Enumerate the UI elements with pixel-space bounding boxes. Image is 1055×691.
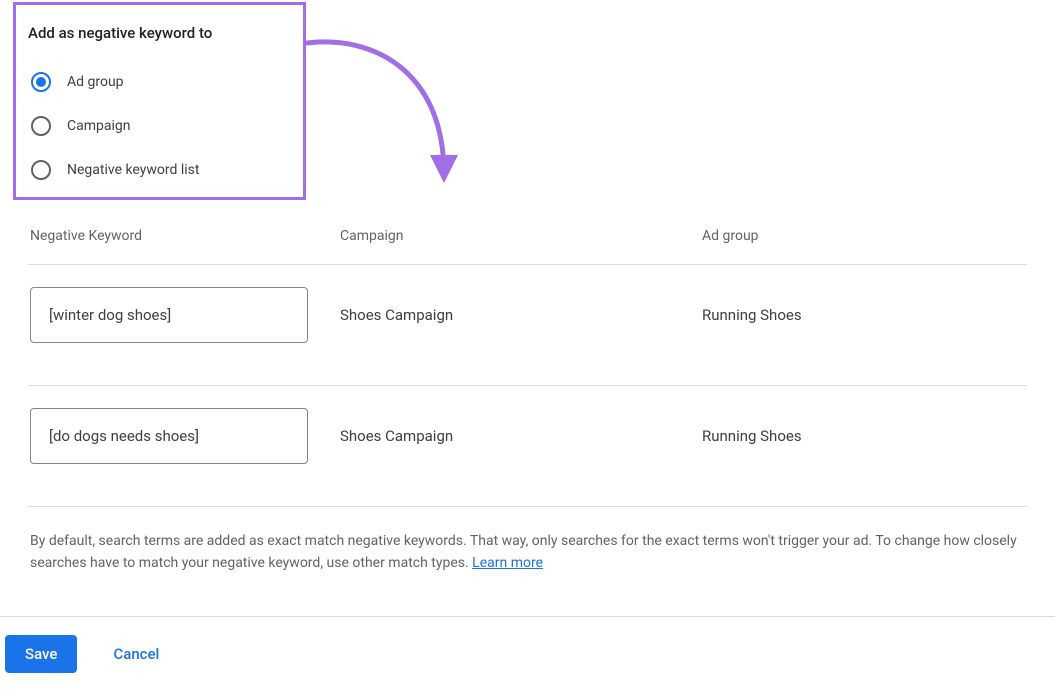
column-header-keyword: Negative Keyword bbox=[30, 228, 340, 244]
radio-label: Campaign bbox=[67, 118, 130, 134]
cancel-button[interactable]: Cancel bbox=[101, 635, 171, 673]
help-text: By default, search terms are added as ex… bbox=[28, 531, 1027, 574]
radio-ad-group[interactable]: Ad group bbox=[31, 72, 1027, 92]
negative-keyword-input[interactable] bbox=[30, 287, 308, 343]
destination-radio-group: Ad group Campaign Negative keyword list bbox=[31, 72, 1027, 180]
radio-label: Negative keyword list bbox=[67, 162, 199, 178]
panel-title: Add as negative keyword to bbox=[28, 20, 1027, 42]
column-header-campaign: Campaign bbox=[340, 228, 702, 244]
campaign-cell: Shoes Campaign bbox=[340, 427, 702, 445]
adgroup-cell: Running Shoes bbox=[702, 427, 1027, 445]
negative-keyword-input[interactable] bbox=[30, 408, 308, 464]
adgroup-cell: Running Shoes bbox=[702, 306, 1027, 324]
radio-unselected-icon bbox=[31, 116, 51, 136]
radio-dot-icon bbox=[36, 77, 46, 87]
radio-selected-icon bbox=[31, 72, 51, 92]
campaign-cell: Shoes Campaign bbox=[340, 306, 702, 324]
save-button[interactable]: Save bbox=[5, 635, 77, 673]
radio-campaign[interactable]: Campaign bbox=[31, 116, 1027, 136]
column-header-adgroup: Ad group bbox=[702, 228, 1027, 244]
radio-negative-keyword-list[interactable]: Negative keyword list bbox=[31, 160, 1027, 180]
table-row: Shoes Campaign Running Shoes bbox=[28, 386, 1027, 507]
table-header-row: Negative Keyword Campaign Ad group bbox=[28, 228, 1027, 265]
keywords-table: Negative Keyword Campaign Ad group Shoes… bbox=[28, 228, 1027, 507]
radio-unselected-icon bbox=[31, 160, 51, 180]
footer-bar: Save Cancel bbox=[0, 616, 1055, 691]
radio-label: Ad group bbox=[67, 74, 124, 90]
negative-keyword-panel: Add as negative keyword to Ad group Camp… bbox=[0, 0, 1055, 574]
table-row: Shoes Campaign Running Shoes bbox=[28, 265, 1027, 386]
learn-more-link[interactable]: Learn more bbox=[472, 555, 543, 571]
